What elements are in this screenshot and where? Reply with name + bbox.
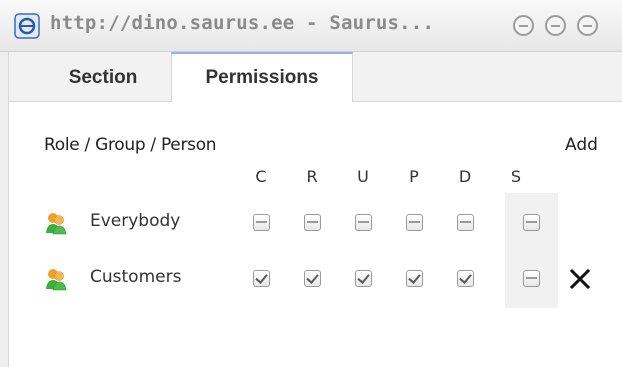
checkbox-customers-p[interactable] <box>406 270 423 287</box>
role-group-person-header: Role / Group / Person <box>44 135 217 155</box>
checkbox-everybody-s[interactable] <box>523 214 540 231</box>
permissions-panel: Role / Group / Person Add C R U P D S Ev… <box>10 102 622 367</box>
window-frame-left <box>0 52 9 367</box>
user-group-icon <box>46 269 67 291</box>
close-button[interactable] <box>577 15 598 36</box>
checkbox-everybody-u[interactable] <box>355 214 372 231</box>
column-header-c: C <box>255 167 267 186</box>
permission-row-customers: Customers <box>10 260 622 300</box>
checkbox-customers-d[interactable] <box>457 270 474 287</box>
row-label-everybody: Everybody <box>90 211 181 231</box>
row-label-customers: Customers <box>90 267 182 287</box>
checkbox-customers-r[interactable] <box>304 270 321 287</box>
column-header-u: U <box>357 167 369 186</box>
checkbox-customers-u[interactable] <box>355 270 372 287</box>
permission-row-everybody: Everybody <box>10 204 622 244</box>
column-header-s: S <box>510 167 522 186</box>
checkbox-everybody-c[interactable] <box>253 214 270 231</box>
window-title: http://dino.saurus.ee - Saurus... <box>50 12 435 34</box>
checkbox-everybody-d[interactable] <box>457 214 474 231</box>
add-link[interactable]: Add <box>565 135 598 155</box>
remove-icon[interactable] <box>569 268 591 290</box>
checkbox-customers-s[interactable] <box>523 270 540 287</box>
tab-strip: Section Permissions <box>9 52 622 103</box>
checkbox-everybody-r[interactable] <box>304 214 321 231</box>
column-header-d: D <box>458 167 472 186</box>
browser-app-icon <box>14 13 40 39</box>
tab-permissions[interactable]: Permissions <box>171 52 353 103</box>
tab-section[interactable]: Section <box>29 52 177 102</box>
checkbox-everybody-p[interactable] <box>406 214 423 231</box>
minimize-button[interactable] <box>513 15 534 36</box>
maximize-button[interactable] <box>545 15 566 36</box>
window-titlebar: http://dino.saurus.ee - Saurus... <box>0 0 622 52</box>
column-header-r: R <box>306 167 318 186</box>
user-group-icon <box>46 213 67 235</box>
column-header-p: P <box>409 167 419 186</box>
checkbox-customers-c[interactable] <box>253 270 270 287</box>
